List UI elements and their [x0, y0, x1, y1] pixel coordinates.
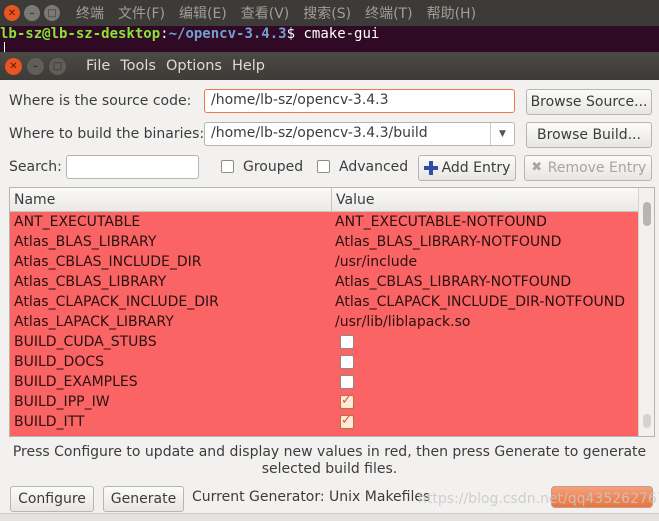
- table-row[interactable]: BUILD_CUDA_STUBS: [10, 332, 638, 352]
- table-row[interactable]: Atlas_CLAPACK_INCLUDE_DIR Atlas_CLAPACK_…: [10, 292, 638, 312]
- terminal-command: cmake-gui: [303, 26, 380, 42]
- scrollbar-thumb[interactable]: [643, 202, 651, 226]
- cmake-titlebar: ✕ – □ File Tools Options Help: [0, 52, 659, 80]
- source-path-input[interactable]: /home/lb-sz/opencv-3.4.3: [204, 89, 515, 113]
- terminal-titlebar: ✕ – □ 终端 文件(F) 编辑(E) 查看(V) 搜索(S) 终端(T) 帮…: [0, 0, 659, 26]
- search-input[interactable]: [66, 155, 199, 179]
- terminal-menu: 终端 文件(F) 编辑(E) 查看(V) 搜索(S) 终端(T) 帮助(H): [76, 3, 476, 23]
- table-row[interactable]: Atlas_CBLAS_LIBRARY Atlas_CBLAS_LIBRARY-…: [10, 272, 638, 292]
- hint-line-2: selected build files.: [261, 461, 398, 477]
- row-name: BUILD_CUDA_STUBS: [14, 334, 157, 350]
- table-row[interactable]: Atlas_CBLAS_INCLUDE_DIR /usr/include: [10, 252, 638, 272]
- row-name: BUILD_ITT: [14, 414, 85, 430]
- row-value[interactable]: Atlas_BLAS_LIBRARY-NOTFOUND: [335, 232, 635, 252]
- terminal-command-line: lb-sz@lb-sz-desktop:~/opencv-3.4.3$ cmak…: [0, 26, 379, 44]
- terminal-menu-item[interactable]: 查看(V): [241, 3, 290, 23]
- hint-line-1: Press Configure to update and display ne…: [12, 444, 647, 460]
- menu-file[interactable]: File: [86, 58, 110, 74]
- app-menu: File Tools Options Help: [86, 58, 265, 74]
- row-name: Atlas_CLAPACK_INCLUDE_DIR: [14, 294, 219, 310]
- generate-button[interactable]: Generate: [103, 486, 184, 512]
- row-value[interactable]: Atlas_CLAPACK_INCLUDE_DIR-NOTFOUND: [335, 292, 635, 312]
- row-checkbox-checked[interactable]: [340, 393, 354, 409]
- row-value[interactable]: /usr/lib/liblapack.so: [335, 312, 635, 332]
- build-path-combo[interactable]: /home/lb-sz/opencv-3.4.3/build ▼: [204, 122, 515, 146]
- browse-source-button[interactable]: Browse Source...: [526, 89, 652, 115]
- row-name: BUILD_DOCS: [14, 354, 105, 370]
- terminal-menu-item[interactable]: 搜索(S): [303, 3, 351, 23]
- row-name: BUILD_EXAMPLES: [14, 374, 138, 390]
- terminal-menu-item[interactable]: 终端: [76, 3, 104, 23]
- column-header-name[interactable]: Name: [10, 188, 332, 212]
- menu-tools[interactable]: Tools: [120, 58, 156, 74]
- close-icon[interactable]: ✕: [5, 57, 22, 75]
- row-name: ANT_EXECUTABLE: [14, 214, 141, 230]
- table-row[interactable]: BUILD_DOCS: [10, 352, 638, 372]
- current-generator-label: Current Generator: Unix Makefiles: [192, 489, 431, 505]
- cache-table[interactable]: Name Value ANT_EXECUTABLE ANT_EXECUTABLE…: [9, 187, 655, 437]
- menu-options[interactable]: Options: [166, 58, 222, 74]
- table-row[interactable]: BUILD_IPP_IW: [10, 392, 638, 412]
- table-header: Name Value: [10, 188, 638, 212]
- scrollbar-end-indicator: [643, 414, 651, 428]
- row-checkbox[interactable]: [340, 355, 354, 369]
- browse-build-button[interactable]: Browse Build...: [526, 122, 652, 148]
- table-row[interactable]: ANT_EXECUTABLE ANT_EXECUTABLE-NOTFOUND: [10, 212, 638, 232]
- add-entry-button[interactable]: Add Entry: [418, 155, 516, 181]
- row-checkbox-checked[interactable]: [340, 413, 354, 429]
- remove-entry-label: Remove Entry: [547, 160, 647, 176]
- terminal-menu-item[interactable]: 编辑(E): [179, 3, 227, 23]
- column-header-value[interactable]: Value: [332, 188, 638, 212]
- watermark: https://blog.csdn.net/qq435262767: [418, 491, 659, 507]
- terminal-maximize-icon[interactable]: □: [44, 5, 60, 21]
- advanced-label: Advanced: [339, 159, 409, 175]
- search-label: Search:: [9, 159, 62, 175]
- plus-icon: [423, 161, 438, 175]
- row-checkbox[interactable]: [340, 335, 354, 349]
- row-name: Atlas_LAPACK_LIBRARY: [14, 314, 174, 330]
- table-row[interactable]: Atlas_LAPACK_LIBRARY /usr/lib/liblapack.…: [10, 312, 638, 332]
- grouped-label: Grouped: [243, 159, 304, 175]
- minimize-icon[interactable]: –: [27, 57, 44, 75]
- output-pane-edge: [0, 513, 659, 521]
- row-name: Atlas_CBLAS_LIBRARY: [14, 274, 167, 290]
- row-value[interactable]: /usr/include: [335, 252, 635, 272]
- add-entry-label: Add Entry: [441, 160, 511, 176]
- prompt-user: lb-sz@lb-sz-desktop: [0, 26, 161, 42]
- row-checkbox[interactable]: [340, 375, 354, 389]
- configure-button[interactable]: Configure: [10, 486, 94, 512]
- remove-entry-button[interactable]: ✖ Remove Entry: [524, 155, 652, 181]
- table-scrollbar[interactable]: [638, 188, 654, 436]
- terminal-cursor: [4, 42, 5, 52]
- terminal-window: ✕ – □ 终端 文件(F) 编辑(E) 查看(V) 搜索(S) 终端(T) 帮…: [0, 0, 659, 52]
- row-name: Atlas_BLAS_LIBRARY: [14, 234, 157, 250]
- row-name: BUILD_IPP_IW: [14, 394, 110, 410]
- terminal-menu-item[interactable]: 文件(F): [118, 3, 165, 23]
- terminal-menu-item[interactable]: 终端(T): [365, 3, 412, 23]
- table-row[interactable]: Atlas_BLAS_LIBRARY Atlas_BLAS_LIBRARY-NO…: [10, 232, 638, 252]
- advanced-checkbox[interactable]: [317, 160, 330, 173]
- remove-icon: ✖: [531, 160, 543, 175]
- row-value[interactable]: Atlas_CBLAS_LIBRARY-NOTFOUND: [335, 272, 635, 292]
- grouped-checkbox[interactable]: [221, 160, 234, 173]
- prompt-symbol: $: [286, 26, 296, 42]
- row-value[interactable]: ANT_EXECUTABLE-NOTFOUND: [335, 212, 635, 232]
- chevron-down-icon[interactable]: ▼: [490, 123, 514, 145]
- prompt-separator: :: [160, 26, 169, 42]
- terminal-menu-item[interactable]: 帮助(H): [427, 3, 476, 23]
- terminal-close-icon[interactable]: ✕: [4, 5, 20, 21]
- row-name: Atlas_CBLAS_INCLUDE_DIR: [14, 254, 202, 270]
- maximize-icon[interactable]: □: [49, 57, 66, 75]
- build-label: Where to build the binaries:: [9, 126, 205, 142]
- prompt-path: ~/opencv-3.4.3: [168, 26, 287, 42]
- hint-text: Press Configure to update and display ne…: [0, 444, 659, 478]
- terminal-minimize-icon[interactable]: –: [24, 5, 40, 21]
- table-row[interactable]: BUILD_EXAMPLES: [10, 372, 638, 392]
- table-body: ANT_EXECUTABLE ANT_EXECUTABLE-NOTFOUND A…: [10, 212, 638, 436]
- menu-help[interactable]: Help: [232, 58, 265, 74]
- build-path-value: /home/lb-sz/opencv-3.4.3/build: [211, 125, 428, 141]
- source-label: Where is the source code:: [9, 93, 192, 109]
- table-row[interactable]: BUILD_ITT: [10, 412, 638, 432]
